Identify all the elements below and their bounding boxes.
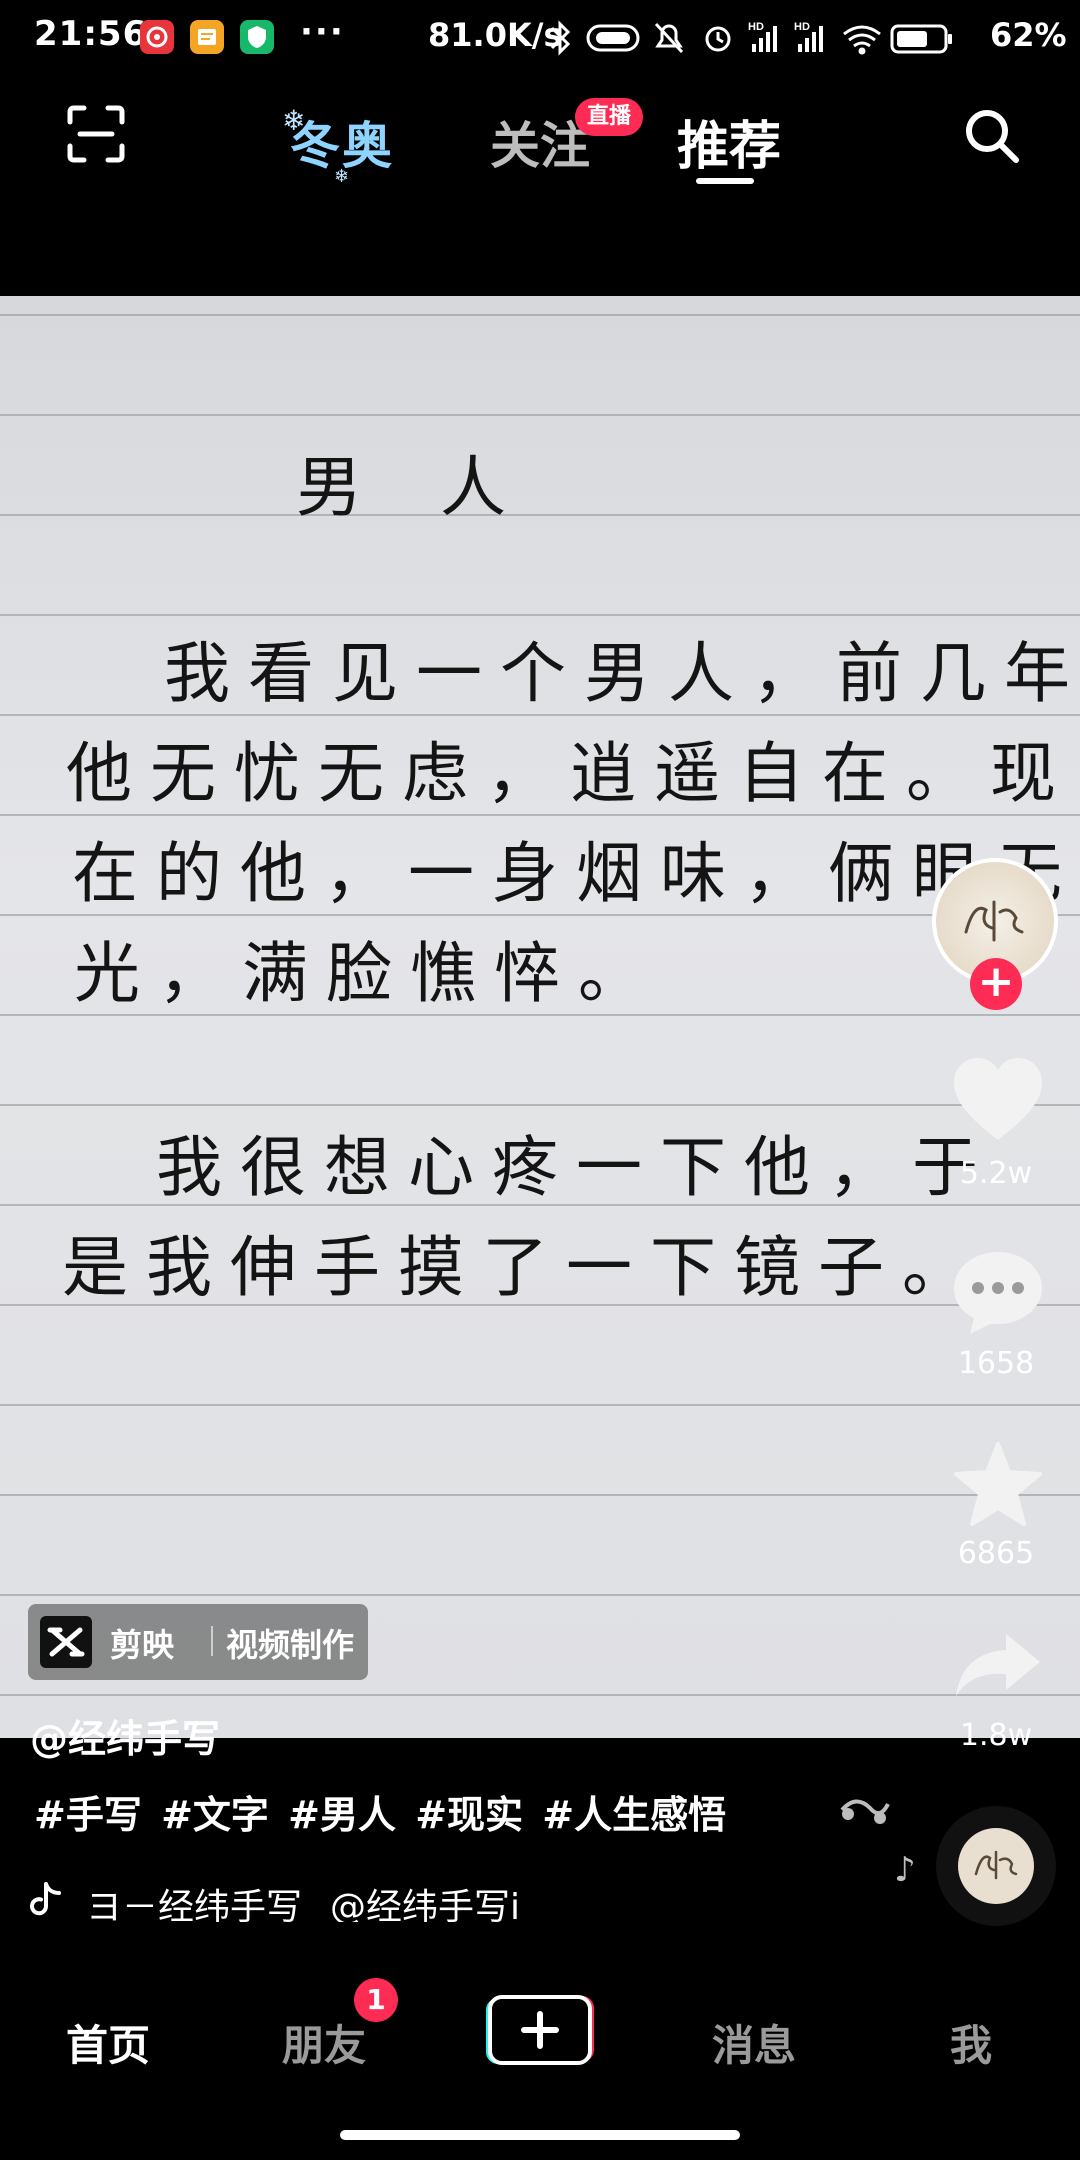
disc-cover-avatar xyxy=(958,1828,1034,1904)
network-speed: 81.0K/s xyxy=(428,16,563,54)
live-badge: 直播 xyxy=(575,98,644,136)
status-bar: 21:56 ··· 81.0K/s HD HD 62% xyxy=(0,0,1080,76)
nav-messages[interactable]: 消息 xyxy=(712,2012,796,2073)
music-title: ヨ－经纬手写 xyxy=(86,1887,303,1922)
handwriting-line: 他无忧无虑，逍遥自在。现 xyxy=(66,735,1074,812)
scan-icon[interactable] xyxy=(66,104,126,164)
battery-percent: 62% xyxy=(990,16,1067,54)
snowflake-small-icon: ❄ xyxy=(334,166,350,187)
tab-recommend[interactable]: 推荐 xyxy=(677,104,781,179)
netease-music-icon xyxy=(140,20,174,54)
favorite-star-icon[interactable] xyxy=(952,1440,1044,1528)
capcut-watermark: 剪映 视频制作 xyxy=(28,1604,368,1680)
signal-hd-2-icon: HD xyxy=(794,21,823,52)
wifi-icon xyxy=(843,25,881,55)
nav-me[interactable]: 我 xyxy=(950,2012,992,2073)
music-note-icon: ♪ xyxy=(894,1850,916,1890)
handwriting-line: 是我伸手摸了一下镜子。 xyxy=(62,1229,986,1306)
watermark-divider xyxy=(211,1626,213,1656)
search-icon[interactable] xyxy=(962,106,1022,166)
more-notifications-dots: ··· xyxy=(300,12,345,52)
handwriting-line: 在的他，一身烟味，俩眼无 xyxy=(72,835,1080,912)
nav-friends[interactable]: 朋友 xyxy=(282,2012,366,2073)
bluetooth-icon xyxy=(550,20,571,56)
friends-badge: 1 xyxy=(354,1978,398,2022)
vibrate-icon xyxy=(586,24,640,52)
status-icons-group: HD HD xyxy=(550,20,952,56)
watermark-tag: 视频制作 xyxy=(226,1626,355,1664)
comment-count: 1658 xyxy=(957,1346,1035,1381)
bottom-nav: 首页 朋友 1 消息 我 xyxy=(0,1950,1080,2160)
favorite-count: 6865 xyxy=(957,1536,1035,1571)
security-shield-icon xyxy=(240,20,274,54)
svg-text:HD: HD xyxy=(794,21,810,33)
music-marquee[interactable]: ヨ－经纬手写 @经纬手写i xyxy=(30,1878,530,1922)
status-time: 21:56 xyxy=(34,14,148,54)
hashtags[interactable]: #手写 #文字 #男人 #现实 #人生感悟 xyxy=(34,1784,726,1839)
notes-app-icon xyxy=(190,20,224,54)
alarm-icon xyxy=(705,26,731,52)
top-nav: 冬奥 ❄ ❄ 关注 直播 推荐 xyxy=(0,76,1080,296)
video-player[interactable]: 男人 我看见一个男人，前几年 他无忧无虑，逍遥自在。现 在的他，一身烟味，俩眼无… xyxy=(0,296,1080,1738)
music-author: @经纬手写i xyxy=(330,1887,521,1922)
create-plus-button[interactable] xyxy=(486,1994,594,2066)
like-heart-icon[interactable] xyxy=(950,1056,1046,1144)
mute-bell-icon xyxy=(654,22,684,54)
watermark-brand: 剪映 xyxy=(110,1626,175,1664)
battery-icon xyxy=(890,24,952,54)
share-count: 1.8w xyxy=(959,1718,1033,1753)
capcut-logo-icon xyxy=(40,1616,92,1668)
home-indicator[interactable] xyxy=(340,2130,740,2140)
comment-icon[interactable] xyxy=(950,1248,1046,1338)
author-name[interactable]: @经纬手写 xyxy=(30,1708,220,1763)
handwriting-line: 光，满脸憔悴。 xyxy=(74,935,662,1012)
signal-hd-1-icon: HD xyxy=(748,21,777,52)
snowflake-icon: ❄ xyxy=(282,104,306,137)
nav-home[interactable]: 首页 xyxy=(66,2012,150,2073)
floating-notes-icon xyxy=(840,1799,890,1824)
tiktok-note-icon xyxy=(30,1882,61,1916)
handwriting-title: 男人 xyxy=(296,449,584,526)
share-arrow-icon[interactable] xyxy=(952,1630,1044,1700)
music-disc[interactable] xyxy=(936,1806,1056,1926)
follow-plus-button[interactable]: + xyxy=(970,958,1022,1010)
active-tab-indicator xyxy=(696,178,754,184)
handwriting-line: 我看见一个男人，前几年 xyxy=(164,635,1080,712)
svg-text:HD: HD xyxy=(748,21,764,33)
like-count: 5.2w xyxy=(959,1156,1033,1191)
handwriting-line: 我很想心疼一下他，于 xyxy=(156,1129,996,1206)
